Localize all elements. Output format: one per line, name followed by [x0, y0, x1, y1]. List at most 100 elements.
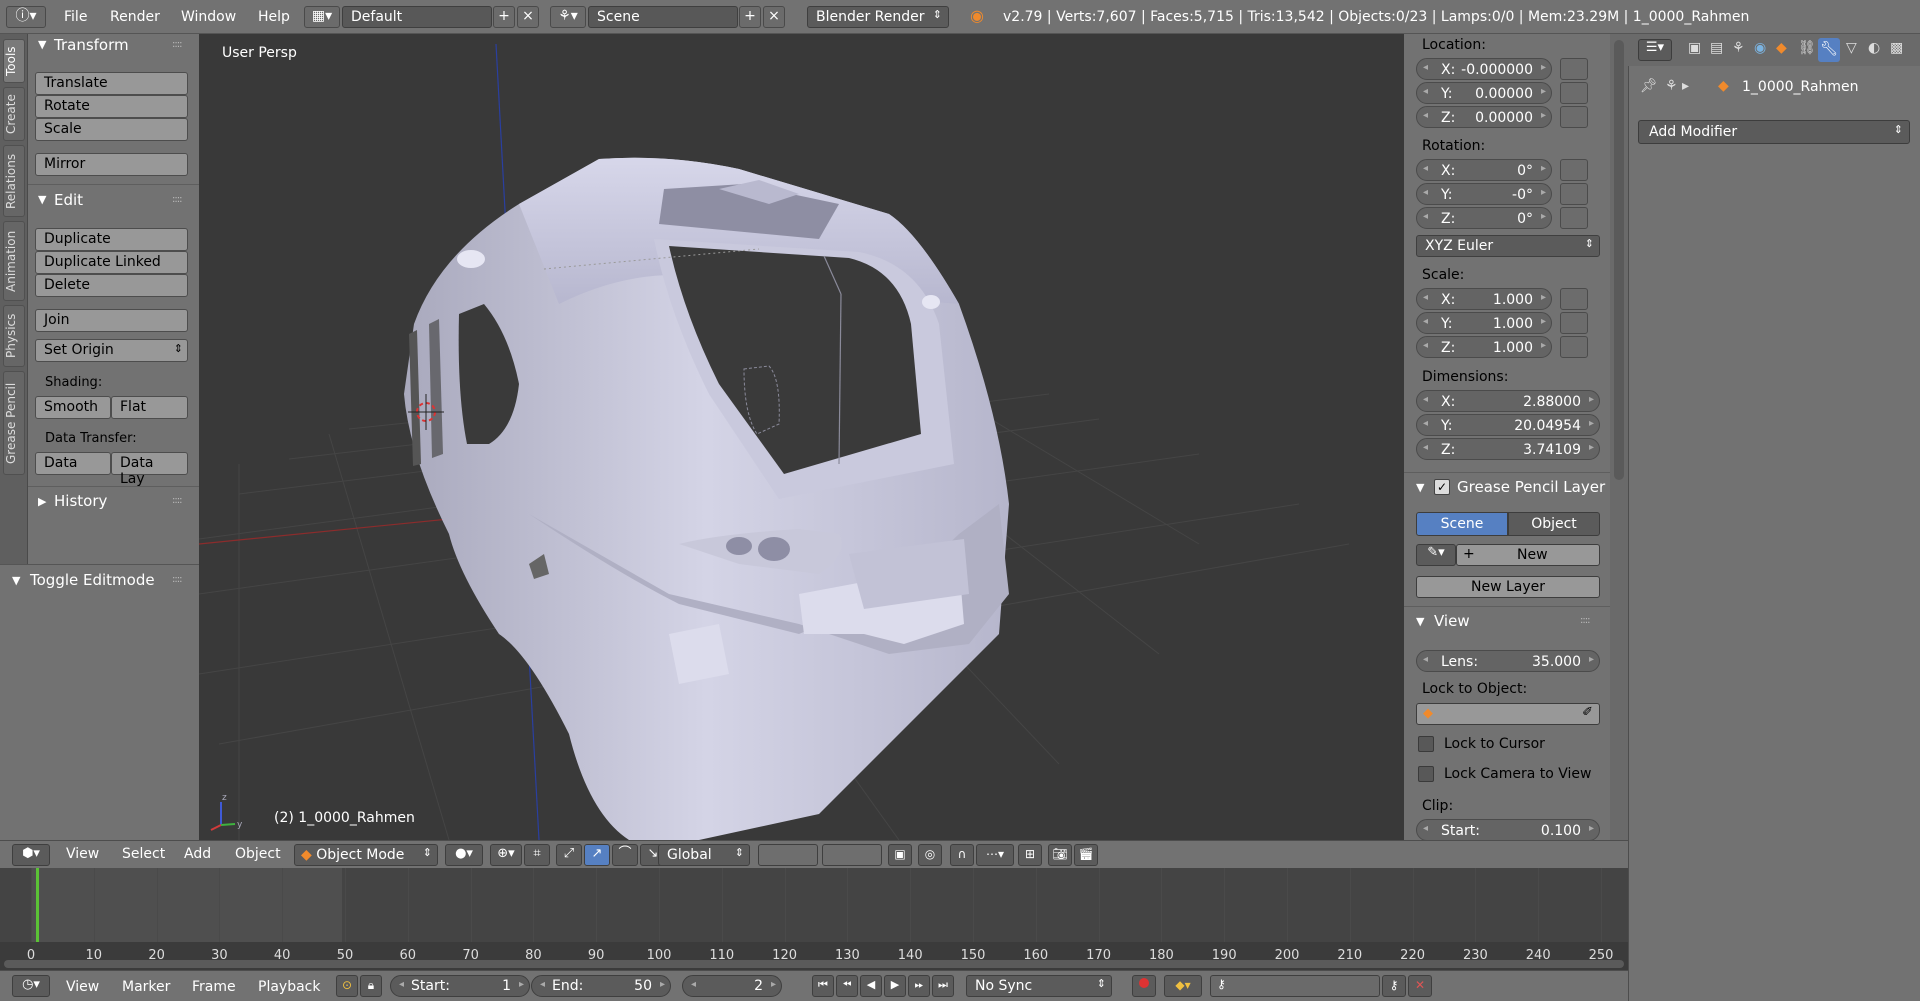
decrement-arrow-icon[interactable]: ◂	[1423, 187, 1428, 198]
duplicate-button[interactable]: Duplicate	[35, 228, 188, 251]
snap-target-icon[interactable]: ⊞	[1018, 844, 1042, 866]
increment-arrow-icon[interactable]: ▸	[519, 979, 524, 990]
drag-grip-icon[interactable]: ::::	[172, 495, 183, 506]
add-layout-icon[interactable]: +	[493, 6, 515, 28]
screen-layout-icon[interactable]: ▦▾	[304, 6, 340, 28]
scale-manipulator-icon[interactable]: ⌒	[612, 844, 638, 866]
texture-tab-icon[interactable]: ▩	[1890, 40, 1903, 56]
increment-arrow-icon[interactable]: ▸	[1541, 163, 1546, 174]
scale-y-field[interactable]: ◂ Y: 1.000 ▸	[1416, 312, 1552, 334]
lock-range-icon[interactable]: 🔒︎	[360, 975, 382, 997]
increment-arrow-icon[interactable]: ▸	[1541, 292, 1546, 303]
mode-select[interactable]: ◆ Object Mode ⇕	[294, 844, 438, 866]
collapsed-triangle-icon[interactable]: ▶	[38, 495, 46, 508]
lock-icon[interactable]	[1560, 58, 1588, 80]
pin-icon[interactable]: 📌︎	[1640, 78, 1658, 94]
insert-keyframe-icon[interactable]: ⚷	[1382, 975, 1406, 997]
menu-view[interactable]: View	[66, 979, 99, 995]
tab-create[interactable]: Create	[3, 87, 25, 141]
expand-triangle-icon[interactable]: ▼	[12, 574, 20, 587]
play-icon[interactable]: ▶	[884, 975, 906, 997]
record-icon[interactable]	[1132, 975, 1156, 997]
translate-manipulator-icon[interactable]: ⤢	[556, 844, 582, 866]
manipulator-toggle-icon[interactable]: ⌗	[524, 844, 550, 866]
rotate-manipulator-icon[interactable]: ↗	[584, 844, 610, 866]
operator-title[interactable]: Toggle Editmode	[30, 571, 155, 589]
npanel-scrollbar-thumb[interactable]	[1614, 40, 1624, 480]
play-reverse-icon[interactable]: ◀	[860, 975, 882, 997]
object-breadcrumb[interactable]: 1_0000_Rahmen	[1742, 79, 1859, 95]
decrement-arrow-icon[interactable]: ◂	[1423, 163, 1428, 174]
expand-triangle-icon[interactable]: ▼	[38, 193, 46, 206]
sync-mode-select[interactable]: No Sync ⇕	[966, 975, 1112, 997]
lock-object-field[interactable]: ◆ ✐	[1416, 703, 1600, 725]
lens-field[interactable]: ◂ Lens: 35.000 ▸	[1416, 650, 1600, 672]
3d-viewport[interactable]: z y User Persp (2) 1_0000_Rahmen	[199, 34, 1404, 840]
eyedropper-icon[interactable]: ✐	[1582, 705, 1593, 720]
tab-animation[interactable]: Animation	[3, 221, 25, 301]
decrement-arrow-icon[interactable]: ◂	[1423, 292, 1428, 303]
layers-grid-b[interactable]	[822, 844, 882, 866]
transform-panel-title[interactable]: Transform	[54, 36, 129, 54]
menu-render[interactable]: Render	[110, 9, 160, 25]
rotation-mode-select[interactable]: XYZ Euler ⇕	[1416, 235, 1600, 257]
location-z-field[interactable]: ◂ Z: 0.00000 ▸	[1416, 106, 1552, 128]
menu-playback[interactable]: Playback	[258, 979, 320, 995]
rotate-button[interactable]: Rotate	[35, 95, 188, 118]
scale-z-field[interactable]: ◂ Z: 1.000 ▸	[1416, 336, 1552, 358]
layer-lock-icon[interactable]: ▣	[888, 844, 912, 866]
location-y-field[interactable]: ◂ Y: 0.00000 ▸	[1416, 82, 1552, 104]
editor-type-timeline-icon[interactable]: ◷▾	[12, 975, 50, 997]
train-cab-mesh[interactable]	[404, 157, 1009, 840]
increment-arrow-icon[interactable]: ▸	[1541, 211, 1546, 222]
opengl-render-icon[interactable]: 📷︎	[1048, 844, 1072, 866]
add-modifier-select[interactable]: Add Modifier ⇕	[1638, 120, 1910, 144]
lock-icon[interactable]	[1560, 207, 1588, 229]
opengl-animation-icon[interactable]: 🎬︎	[1074, 844, 1098, 866]
snap-toggle-icon[interactable]: ∩	[950, 844, 974, 866]
mirror-button[interactable]: Mirror	[35, 153, 188, 176]
decrement-arrow-icon[interactable]: ◂	[1423, 110, 1428, 121]
decrement-arrow-icon[interactable]: ◂	[399, 979, 404, 990]
expand-triangle-icon[interactable]: ▼	[1416, 481, 1424, 494]
layout-field[interactable]: Default	[342, 6, 492, 28]
editor-type-3d-icon[interactable]: ⬢▾	[12, 844, 50, 866]
increment-arrow-icon[interactable]: ▸	[1589, 654, 1594, 665]
npanel-scrollbar-track[interactable]	[1610, 34, 1628, 840]
expand-triangle-icon[interactable]: ▼	[1416, 615, 1424, 628]
grease-pencil-layer-title[interactable]: Grease Pencil Layer	[1457, 478, 1605, 496]
keying-set-field[interactable]: ⚷	[1210, 975, 1380, 997]
gp-object-toggle[interactable]: Object	[1508, 512, 1600, 536]
viewport-shading-icon[interactable]: ●▾	[445, 844, 483, 866]
dimensions-z-field[interactable]: ◂ Z: 3.74109 ▸	[1416, 438, 1600, 460]
lock-icon[interactable]	[1560, 159, 1588, 181]
increment-arrow-icon[interactable]: ▸	[771, 979, 776, 990]
drag-grip-icon[interactable]: ::::	[172, 574, 183, 585]
increment-arrow-icon[interactable]: ▸	[1541, 316, 1546, 327]
tab-tools[interactable]: Tools	[3, 39, 25, 83]
clip-start-field[interactable]: ◂ Start: 0.100 ▸	[1416, 819, 1600, 840]
editor-type-info-icon[interactable]: ⓘ▾	[6, 6, 46, 28]
render-tab-icon[interactable]: ▣	[1688, 40, 1701, 56]
gp-scene-toggle[interactable]: Scene	[1416, 512, 1508, 536]
increment-arrow-icon[interactable]: ▸	[660, 979, 665, 990]
jump-keyframe-back-icon[interactable]: ⏪︎	[836, 975, 858, 997]
increment-arrow-icon[interactable]: ▸	[1541, 62, 1546, 73]
timeline-editor[interactable]: 0 10 20 30 40 50 60 70 80 90 100 110 120 130 140 150 160…	[0, 868, 1628, 970]
menu-frame[interactable]: Frame	[192, 979, 236, 995]
new-layer-button[interactable]: New Layer	[1416, 576, 1600, 598]
world-tab-icon[interactable]: ◉	[1754, 40, 1766, 56]
editor-type-icon[interactable]: ☰▾	[1638, 39, 1672, 61]
render-layers-tab-icon[interactable]: ▤	[1710, 40, 1723, 56]
drag-grip-icon[interactable]: ::::	[172, 194, 183, 205]
jump-keyframe-forward-icon[interactable]: ⏩︎	[908, 975, 930, 997]
modifiers-tab-icon[interactable]: 🔧︎	[1818, 38, 1840, 62]
remove-scene-icon[interactable]: ×	[763, 6, 785, 28]
tab-physics[interactable]: Physics	[3, 305, 25, 367]
decrement-arrow-icon[interactable]: ◂	[1423, 418, 1428, 429]
rotation-y-field[interactable]: ◂ Y: -0° ▸	[1416, 183, 1552, 205]
lock-icon[interactable]	[1560, 312, 1588, 334]
increment-arrow-icon[interactable]: ▸	[1541, 86, 1546, 97]
lock-icon[interactable]	[1560, 183, 1588, 205]
constraints-tab-icon[interactable]: ⛓	[1798, 40, 1816, 56]
